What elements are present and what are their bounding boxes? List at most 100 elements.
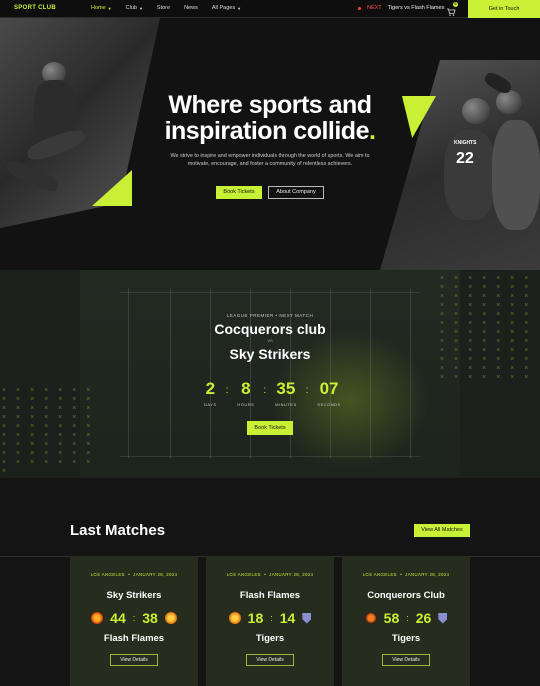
book-tickets-button[interactable]: Book Tickets bbox=[216, 186, 262, 199]
player-body-shape: KNIGHTS 22 bbox=[444, 130, 496, 220]
home-team: Sky Strikers bbox=[106, 590, 162, 601]
next-match-section: × × × × × × × × × × × × × × × × × × × × … bbox=[0, 270, 540, 478]
helmet-shape bbox=[462, 98, 490, 124]
countdown-days: 2 DAYS bbox=[204, 379, 217, 408]
score-separator: : bbox=[132, 613, 136, 623]
match-date: JANUARY 28, 2024 bbox=[405, 572, 450, 577]
match-countdown: 2 DAYS : 8 HOURS : 35 MINUTES : 07 SECONDS bbox=[204, 379, 341, 408]
menu-item-store[interactable]: Store bbox=[157, 5, 170, 11]
countdown-value: 07 bbox=[319, 379, 339, 398]
match-card: LOS ANGELES • JANUARY 28, 2024 Flash Fla… bbox=[206, 556, 334, 686]
countdown-value: 8 bbox=[241, 379, 251, 398]
countdown-minutes: 35 MINUTES bbox=[275, 379, 297, 408]
countdown-separator: : bbox=[305, 385, 309, 396]
jersey-text: KNIGHTS bbox=[454, 140, 477, 146]
field-line bbox=[120, 292, 420, 293]
away-score: 38 bbox=[142, 610, 158, 626]
home-team-name: Cocquerors club bbox=[214, 321, 326, 337]
countdown-label: HOURS bbox=[237, 402, 255, 407]
away-team: Tigers bbox=[255, 633, 285, 644]
countdown-value: 2 bbox=[205, 379, 216, 398]
jersey-number: 22 bbox=[456, 150, 474, 167]
away-team: Tigers bbox=[391, 633, 421, 644]
menu-item-news[interactable]: News bbox=[184, 5, 198, 11]
home-score: 44 bbox=[110, 610, 126, 626]
chevron-down-icon: ▼ bbox=[138, 5, 143, 11]
countdown-label: SECONDS bbox=[317, 402, 341, 407]
match-meta: LOS ANGELES • JANUARY 28, 2024 bbox=[226, 572, 314, 577]
live-dot-icon bbox=[358, 6, 361, 10]
match-card: LOS ANGELES • JANUARY 28, 2024 Sky Strik… bbox=[70, 556, 198, 686]
section-title: Last Matches bbox=[70, 522, 166, 539]
match-meta: LOS ANGELES • JANUARY 28, 2024 bbox=[362, 572, 450, 577]
away-team-name: Sky Strikers bbox=[229, 346, 311, 362]
countdown-separator: : bbox=[225, 385, 229, 396]
next-match-ticker[interactable]: NEXT Tigers vs Flash Flames bbox=[358, 5, 444, 11]
menu-item-label: Club bbox=[125, 5, 137, 11]
get-in-touch-button[interactable]: Get in Touch bbox=[468, 0, 540, 18]
match-score: 44 : 38 bbox=[70, 610, 198, 626]
score-separator: : bbox=[406, 613, 409, 623]
countdown-seconds: 07 SECONDS bbox=[317, 379, 341, 408]
cart-icon bbox=[447, 8, 456, 16]
away-team: Flash Flames bbox=[103, 633, 165, 644]
match-score: 58 : 26 bbox=[342, 610, 470, 626]
next-label: NEXT bbox=[367, 5, 382, 11]
next-match-teams: Tigers vs Flash Flames bbox=[387, 5, 445, 11]
team-crest-icon bbox=[228, 612, 241, 624]
field-background bbox=[80, 270, 460, 478]
view-details-button[interactable]: View Details bbox=[246, 654, 294, 666]
hero-title-dot: . bbox=[368, 117, 376, 145]
match-date: JANUARY 28, 2024 bbox=[133, 572, 178, 577]
view-details-button[interactable]: View Details bbox=[110, 654, 158, 666]
hero-title-line2-wrap: inspiration collide. bbox=[150, 118, 390, 144]
countdown-label: DAYS bbox=[204, 402, 217, 407]
cart-button[interactable]: 0 bbox=[446, 2, 458, 16]
main-menu: Home ▼ Club ▼ Store News All Pages ▼ bbox=[91, 5, 241, 11]
countdown-value: 35 bbox=[276, 379, 296, 398]
countdown-label: MINUTES bbox=[275, 402, 297, 407]
team-shield-icon bbox=[302, 612, 312, 624]
score-separator: : bbox=[270, 613, 273, 623]
home-score: 18 bbox=[247, 610, 264, 626]
menu-item-club[interactable]: Club ▼ bbox=[126, 5, 143, 11]
view-details-button[interactable]: View Details bbox=[382, 654, 430, 666]
match-book-tickets-button[interactable]: Book Tickets bbox=[247, 421, 293, 435]
top-navbar: SPORT CLUB Home ▼ Club ▼ Store News All Pa… bbox=[0, 0, 540, 18]
chevron-down-icon: ▼ bbox=[237, 5, 242, 11]
match-city: LOS ANGELES bbox=[90, 572, 125, 577]
team-crest-icon bbox=[164, 612, 177, 624]
last-matches-section: Last Matches View All Matches LOS ANGELE… bbox=[0, 478, 540, 686]
menu-item-home[interactable]: Home ▼ bbox=[91, 5, 112, 11]
home-team: Flash Flames bbox=[239, 590, 301, 601]
home-score: 58 bbox=[383, 610, 400, 626]
helmet-shape bbox=[496, 90, 522, 114]
match-meta: LOS ANGELES • JANUARY 28, 2024 bbox=[90, 572, 178, 577]
away-score: 26 bbox=[415, 610, 432, 626]
countdown-hours: 8 HOURS bbox=[237, 379, 255, 408]
hero-subtitle: We strive to inspire and empower individ… bbox=[170, 153, 370, 167]
team-shield-icon bbox=[438, 612, 448, 624]
match-city: LOS ANGELES bbox=[362, 572, 397, 577]
home-team: Conquerors Club bbox=[367, 590, 445, 601]
away-score: 14 bbox=[279, 610, 296, 626]
match-card: LOS ANGELES • JANUARY 28, 2024 Conqueror… bbox=[342, 556, 470, 686]
site-logo[interactable]: SPORT CLUB bbox=[14, 5, 56, 11]
menu-item-all-pages[interactable]: All Pages ▼ bbox=[212, 5, 241, 11]
menu-item-label: News bbox=[184, 5, 198, 11]
menu-item-label: Home bbox=[91, 5, 106, 11]
league-label: LEAGUE PREMIER • NEXT MATCH bbox=[226, 313, 314, 318]
hero-title-line2: inspiration collide bbox=[164, 117, 370, 145]
cart-count-badge: 0 bbox=[453, 2, 458, 7]
team-crest-icon bbox=[91, 612, 104, 624]
about-company-button[interactable]: About Company bbox=[268, 186, 324, 199]
countdown-separator: : bbox=[263, 385, 267, 396]
hero-title: Where sports and inspiration collide. bbox=[150, 92, 390, 144]
vs-label: VS bbox=[267, 338, 273, 343]
hero-player-image-right: KNIGHTS 22 bbox=[380, 60, 540, 270]
menu-item-label: All Pages bbox=[211, 5, 236, 11]
view-all-matches-button[interactable]: View All Matches bbox=[414, 524, 470, 537]
match-city: LOS ANGELES bbox=[226, 572, 261, 577]
team-crest-icon bbox=[364, 612, 377, 624]
player-body-shape bbox=[492, 120, 540, 230]
